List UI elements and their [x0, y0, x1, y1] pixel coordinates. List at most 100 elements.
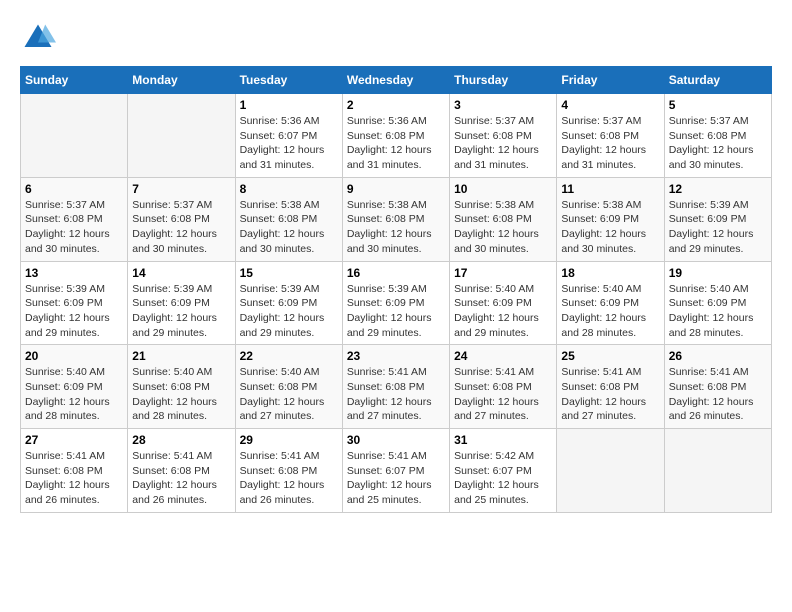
- day-number: 16: [347, 266, 445, 280]
- calendar-cell: 10Sunrise: 5:38 AMSunset: 6:08 PMDayligh…: [450, 177, 557, 261]
- day-number: 13: [25, 266, 123, 280]
- calendar-cell: 21 Sunrise: 5:40 AMSunset: 6:08 PMDayligh…: [128, 345, 235, 429]
- header-day: Monday: [128, 67, 235, 94]
- calendar-body: 1 Sunrise: 5:36 AMSunset: 6:07 PMDaylight…: [21, 94, 772, 513]
- day-info: Sunrise: 5:37 AMSunset: 6:08 PMDaylight:…: [454, 114, 552, 173]
- calendar-cell: 29Sunrise: 5:41 AMSunset: 6:08 PMDayligh…: [235, 429, 342, 513]
- day-info: Sunrise: 5:40 AMSunset: 6:09 PMDaylight:…: [454, 282, 552, 341]
- day-number: 19: [669, 266, 767, 280]
- day-number: 10: [454, 182, 552, 196]
- calendar-cell: 28 Sunrise: 5:41 AMSunset: 6:08 PMDayligh…: [128, 429, 235, 513]
- calendar-cell: 8Sunrise: 5:38 AMSunset: 6:08 PMDaylight…: [235, 177, 342, 261]
- page-header: [20, 20, 772, 56]
- header-day: Tuesday: [235, 67, 342, 94]
- calendar-cell: [21, 94, 128, 178]
- day-number: 20: [25, 349, 123, 363]
- day-info: Sunrise: 5:40 AMSunset: 6:09 PMDaylight:…: [25, 365, 123, 424]
- day-number: 15: [240, 266, 338, 280]
- calendar-cell: 9 Sunrise: 5:38 AMSunset: 6:08 PMDaylight…: [342, 177, 449, 261]
- calendar-cell: 16 Sunrise: 5:39 AMSunset: 6:09 PMDayligh…: [342, 261, 449, 345]
- day-number: 24: [454, 349, 552, 363]
- day-number: 4: [561, 98, 659, 112]
- day-info: Sunrise: 5:41 AMSunset: 6:08 PMDaylight:…: [454, 365, 552, 424]
- calendar-cell: [128, 94, 235, 178]
- day-number: 26: [669, 349, 767, 363]
- week-row: 13 Sunrise: 5:39 AMSunset: 6:09 PMDayligh…: [21, 261, 772, 345]
- day-number: 3: [454, 98, 552, 112]
- calendar-cell: 13 Sunrise: 5:39 AMSunset: 6:09 PMDayligh…: [21, 261, 128, 345]
- week-row: 6 Sunrise: 5:37 AMSunset: 6:08 PMDaylight…: [21, 177, 772, 261]
- day-info: Sunrise: 5:37 AMSunset: 6:08 PMDaylight:…: [561, 114, 659, 173]
- day-info: Sunrise: 5:38 AMSunset: 6:08 PMDaylight:…: [240, 198, 338, 257]
- day-number: 25: [561, 349, 659, 363]
- calendar-cell: 14Sunrise: 5:39 AMSunset: 6:09 PMDayligh…: [128, 261, 235, 345]
- calendar-table: SundayMondayTuesdayWednesdayThursdayFrid…: [20, 66, 772, 513]
- week-row: 20 Sunrise: 5:40 AMSunset: 6:09 PMDayligh…: [21, 345, 772, 429]
- day-info: Sunrise: 5:36 AMSunset: 6:08 PMDaylight:…: [347, 114, 445, 173]
- week-row: 27Sunrise: 5:41 AMSunset: 6:08 PMDayligh…: [21, 429, 772, 513]
- day-number: 7: [132, 182, 230, 196]
- header-day: Wednesday: [342, 67, 449, 94]
- day-info: Sunrise: 5:41 AMSunset: 6:08 PMDaylight:…: [561, 365, 659, 424]
- calendar-cell: 12 Sunrise: 5:39 AMSunset: 6:09 PMDayligh…: [664, 177, 771, 261]
- day-info: Sunrise: 5:37 AMSunset: 6:08 PMDaylight:…: [25, 198, 123, 257]
- day-info: Sunrise: 5:39 AMSunset: 6:09 PMDaylight:…: [25, 282, 123, 341]
- calendar-cell: 31Sunrise: 5:42 AMSunset: 6:07 PMDayligh…: [450, 429, 557, 513]
- calendar-cell: 23 Sunrise: 5:41 AMSunset: 6:08 PMDayligh…: [342, 345, 449, 429]
- day-number: 6: [25, 182, 123, 196]
- day-info: Sunrise: 5:41 AMSunset: 6:08 PMDaylight:…: [669, 365, 767, 424]
- header-row: SundayMondayTuesdayWednesdayThursdayFrid…: [21, 67, 772, 94]
- day-number: 11: [561, 182, 659, 196]
- calendar-cell: 3 Sunrise: 5:37 AMSunset: 6:08 PMDaylight…: [450, 94, 557, 178]
- calendar-cell: 4 Sunrise: 5:37 AMSunset: 6:08 PMDaylight…: [557, 94, 664, 178]
- day-info: Sunrise: 5:42 AMSunset: 6:07 PMDaylight:…: [454, 449, 552, 508]
- day-number: 9: [347, 182, 445, 196]
- calendar-cell: 22Sunrise: 5:40 AMSunset: 6:08 PMDayligh…: [235, 345, 342, 429]
- day-info: Sunrise: 5:37 AMSunset: 6:08 PMDaylight:…: [669, 114, 767, 173]
- day-number: 17: [454, 266, 552, 280]
- calendar-cell: 20 Sunrise: 5:40 AMSunset: 6:09 PMDayligh…: [21, 345, 128, 429]
- day-info: Sunrise: 5:40 AMSunset: 6:09 PMDaylight:…: [669, 282, 767, 341]
- day-number: 28: [132, 433, 230, 447]
- calendar-cell: 7 Sunrise: 5:37 AMSunset: 6:08 PMDaylight…: [128, 177, 235, 261]
- calendar-cell: 11Sunrise: 5:38 AMSunset: 6:09 PMDayligh…: [557, 177, 664, 261]
- header-day: Thursday: [450, 67, 557, 94]
- logo-icon: [20, 20, 56, 56]
- calendar-cell: 17 Sunrise: 5:40 AMSunset: 6:09 PMDayligh…: [450, 261, 557, 345]
- day-info: Sunrise: 5:38 AMSunset: 6:08 PMDaylight:…: [347, 198, 445, 257]
- calendar-cell: [557, 429, 664, 513]
- day-number: 21: [132, 349, 230, 363]
- day-number: 18: [561, 266, 659, 280]
- day-number: 30: [347, 433, 445, 447]
- day-info: Sunrise: 5:39 AMSunset: 6:09 PMDaylight:…: [132, 282, 230, 341]
- day-info: Sunrise: 5:39 AMSunset: 6:09 PMDaylight:…: [669, 198, 767, 257]
- day-info: Sunrise: 5:40 AMSunset: 6:09 PMDaylight:…: [561, 282, 659, 341]
- day-number: 22: [240, 349, 338, 363]
- day-info: Sunrise: 5:41 AMSunset: 6:08 PMDaylight:…: [347, 365, 445, 424]
- header-day: Saturday: [664, 67, 771, 94]
- calendar-cell: 5Sunrise: 5:37 AMSunset: 6:08 PMDaylight…: [664, 94, 771, 178]
- day-number: 1: [240, 98, 338, 112]
- day-info: Sunrise: 5:39 AMSunset: 6:09 PMDaylight:…: [347, 282, 445, 341]
- logo: [20, 20, 60, 56]
- calendar-cell: 2 Sunrise: 5:36 AMSunset: 6:08 PMDaylight…: [342, 94, 449, 178]
- day-info: Sunrise: 5:40 AMSunset: 6:08 PMDaylight:…: [132, 365, 230, 424]
- calendar-cell: 15Sunrise: 5:39 AMSunset: 6:09 PMDayligh…: [235, 261, 342, 345]
- calendar-cell: 18 Sunrise: 5:40 AMSunset: 6:09 PMDayligh…: [557, 261, 664, 345]
- calendar-cell: 26 Sunrise: 5:41 AMSunset: 6:08 PMDayligh…: [664, 345, 771, 429]
- calendar-cell: 19 Sunrise: 5:40 AMSunset: 6:09 PMDayligh…: [664, 261, 771, 345]
- calendar-cell: [664, 429, 771, 513]
- day-number: 12: [669, 182, 767, 196]
- day-info: Sunrise: 5:41 AMSunset: 6:08 PMDaylight:…: [240, 449, 338, 508]
- calendar-cell: 1 Sunrise: 5:36 AMSunset: 6:07 PMDaylight…: [235, 94, 342, 178]
- calendar-cell: 30Sunrise: 5:41 AMSunset: 6:07 PMDayligh…: [342, 429, 449, 513]
- day-info: Sunrise: 5:37 AMSunset: 6:08 PMDaylight:…: [132, 198, 230, 257]
- header-day: Friday: [557, 67, 664, 94]
- day-number: 2: [347, 98, 445, 112]
- calendar-cell: 25 Sunrise: 5:41 AMSunset: 6:08 PMDayligh…: [557, 345, 664, 429]
- day-info: Sunrise: 5:36 AMSunset: 6:07 PMDaylight:…: [240, 114, 338, 173]
- day-number: 23: [347, 349, 445, 363]
- calendar-header: SundayMondayTuesdayWednesdayThursdayFrid…: [21, 67, 772, 94]
- day-info: Sunrise: 5:41 AMSunset: 6:08 PMDaylight:…: [132, 449, 230, 508]
- calendar-cell: 27Sunrise: 5:41 AMSunset: 6:08 PMDayligh…: [21, 429, 128, 513]
